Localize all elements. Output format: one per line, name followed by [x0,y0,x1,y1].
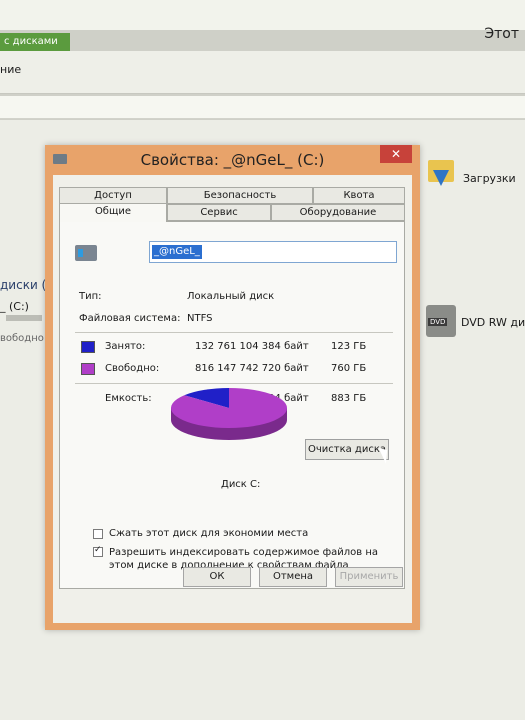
drive-c-label[interactable]: _ (C:) [0,300,29,313]
tab-hardware[interactable]: Оборудование [271,204,405,221]
free-label: Свободно: [105,363,160,374]
tab-tools[interactable]: Сервис [167,204,271,221]
properties-dialog: Свойства: _@nGeL_ (C:) ✕ Доступ Безопасн… [45,145,420,630]
filesystem-label: Файловая система: [79,313,181,324]
background-window-title: Этот [484,26,519,42]
capacity-gb: 883 ГБ [331,393,367,404]
dialog-titlebar[interactable]: Свойства: _@nGeL_ (C:) ✕ [45,145,420,175]
tab-quota[interactable]: Квота [313,187,405,204]
ribbon-tab-disk-tools[interactable]: с дисками [0,33,70,51]
drive-name-input[interactable]: _@nGeL_ [149,241,397,263]
dialog-title: Свойства: _@nGeL_ (C:) [140,151,325,169]
dvd-drive-label[interactable]: DVD RW дис [461,316,525,329]
free-gb: 760 ГБ [331,363,367,374]
address-bar[interactable] [0,96,525,119]
filesystem-value: NTFS [187,313,213,324]
used-color-swatch [81,341,95,353]
used-gb: 123 ГБ [331,341,367,352]
compress-checkbox[interactable] [93,529,103,539]
dvd-badge: DVD [428,318,448,326]
background-window-top [0,0,525,30]
compress-label: Сжать этот диск для экономии места [109,528,309,539]
ribbon [0,51,525,94]
free-bytes: 816 147 742 720 байт [195,363,309,374]
used-label: Занято: [105,341,146,352]
drive-name-text: _@nGeL_ [152,245,202,259]
drive-c-usage-bar [6,315,42,321]
separator-top [75,332,393,333]
apply-button[interactable]: Применить [335,567,403,587]
type-value: Локальный диск [187,291,275,302]
tab-security[interactable]: Безопасность [167,187,313,204]
drive-icon [75,245,97,261]
free-color-swatch [81,363,95,375]
disk-usage-pie-svg [171,388,287,440]
capacity-label: Емкость: [105,393,152,404]
cancel-button[interactable]: Отмена [259,567,327,587]
type-label: Тип: [79,291,102,302]
index-checkbox[interactable] [93,545,103,557]
disk-label: Диск C: [221,479,261,490]
used-bytes: 132 761 104 384 байт [195,341,309,352]
downloads-folder-label[interactable]: Загрузки [463,172,516,185]
ok-button[interactable]: ОК [183,567,251,587]
ribbon-label[interactable]: ние [0,63,21,76]
tab-general[interactable]: Общие [59,203,167,222]
disk-usage-pie [167,384,291,444]
disk-cleanup-button[interactable]: Очистка диска [305,439,389,460]
tab-sharing[interactable]: Доступ [59,187,167,204]
download-arrow-icon [433,170,449,186]
close-button[interactable]: ✕ [380,145,412,163]
